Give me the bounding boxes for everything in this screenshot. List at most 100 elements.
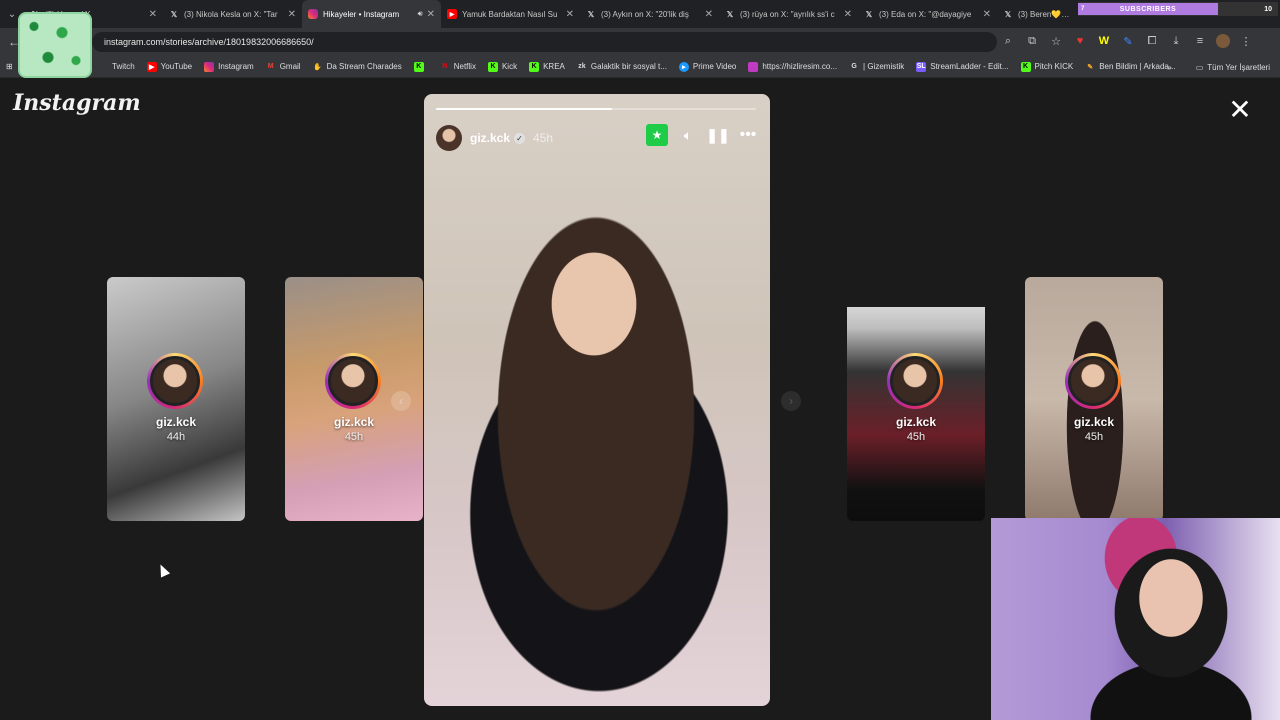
extensions-puzzle-icon[interactable]: ⧠: [1144, 32, 1160, 50]
story-username: giz.kck: [155, 415, 197, 429]
youtube-icon: ▶: [146, 61, 157, 72]
streamladder-icon: SL: [916, 61, 927, 72]
close-icon[interactable]: ✕: [288, 9, 296, 20]
tab-6[interactable]: 𝕏 (3) Eda on X: "@dayagiye ✕: [858, 0, 997, 28]
close-icon[interactable]: ✕: [844, 9, 852, 20]
bookmark-label: Ben Bildim | Arkada...: [1099, 62, 1176, 71]
menu-kebab-icon[interactable]: ⋮: [1238, 32, 1254, 50]
prime-icon: ▸: [678, 61, 689, 72]
close-friends-star-icon: ★: [646, 124, 668, 146]
address-bar-row: ← instagram.com/stories/archive/18019832…: [0, 28, 1280, 56]
bookmark-label: YouTube: [160, 62, 193, 71]
side-story-card[interactable]: giz.kck 45h: [847, 307, 985, 521]
bookmark-galaktik[interactable]: zk Galaktik bir sosyal t...: [577, 62, 667, 72]
tab-2[interactable]: Hikayeler • Instagram 🔊︎ ✕: [302, 0, 441, 28]
speaker-icon[interactable]: 🔊︎: [418, 9, 423, 19]
media-control-icon[interactable]: ≡: [1192, 32, 1208, 50]
instagram-logo[interactable]: Instagram: [13, 90, 141, 116]
story-progress-fill: [436, 108, 612, 110]
story-time: 45h: [344, 431, 364, 443]
story-author-avatar[interactable]: [436, 125, 462, 151]
bookmark-kick-blank[interactable]: K: [413, 61, 428, 72]
extension-red-icon[interactable]: ♥: [1072, 32, 1088, 50]
close-story-icon[interactable]: ✕: [1228, 96, 1252, 124]
tab-title: Hikayeler • Instagram: [323, 9, 400, 19]
charades-icon: ✋: [313, 63, 322, 71]
extension-w-icon[interactable]: W: [1096, 32, 1112, 50]
avatar-ring: [1065, 353, 1121, 409]
address-bar-icons: ⌕ ⧉ ☆ ♥ W ✎ ⧠ ⤓ ≡ ⋮: [1000, 32, 1254, 50]
tab-7[interactable]: 𝕏 (3) Beren💛💔 on X: [997, 0, 1077, 28]
webcam-overlay: [991, 518, 1280, 720]
bookmark-star-icon[interactable]: ☆: [1048, 32, 1064, 50]
bookmarks-more-icon[interactable]: »: [1167, 63, 1171, 72]
zoom-icon[interactable]: ⌕: [1000, 32, 1016, 50]
avatar: [328, 356, 378, 406]
bookmarks-bar: ⊞ Twitch ▶ YouTube Instagram M Gmail ✋ Da S…: [0, 56, 1280, 78]
side-story-card[interactable]: giz.kck 44h: [107, 277, 245, 521]
side-story-card[interactable]: giz.kck 45h: [1025, 277, 1163, 521]
tab-title: (3) rüya on X: "ayrılık ss'i c: [740, 9, 835, 19]
avatar: [890, 356, 940, 406]
volume-icon[interactable]: 🔈︎: [678, 124, 698, 146]
close-icon[interactable]: ✕: [705, 9, 713, 20]
folder-icon: ▭: [1195, 62, 1204, 72]
tab-title: Yamuk Bardaktan Nasıl Su: [462, 9, 558, 19]
zk-icon: zk: [578, 63, 586, 70]
close-icon[interactable]: ✕: [566, 9, 574, 20]
bookmark-benbildim[interactable]: ✎ Ben Bildim | Arkada...: [1085, 62, 1175, 72]
bookmark-label: | Gizemistik: [863, 62, 905, 71]
bookmark-krea[interactable]: K KREA: [529, 61, 565, 72]
pause-icon[interactable]: ❚❚: [706, 124, 729, 146]
previous-story-arrow-icon[interactable]: ‹: [391, 391, 411, 411]
bookmark-label: Galaktik bir sosyal t...: [590, 62, 667, 71]
tab-4[interactable]: 𝕏 (3) Aykın on X: "20'lik diş ✕: [580, 0, 719, 28]
avatar: [1068, 356, 1118, 406]
tab-3[interactable]: ▶ Yamuk Bardaktan Nasıl Su ✕: [441, 0, 580, 28]
extension-blue-icon[interactable]: ✎: [1120, 32, 1136, 50]
profile-avatar[interactable]: [1216, 34, 1230, 48]
bookmark-kick[interactable]: K Kick: [487, 61, 517, 72]
active-story[interactable]: giz.kck ✓ 45h ★ 🔈︎ ❚❚ •••: [424, 94, 770, 706]
url-input[interactable]: instagram.com/stories/archive/1801983200…: [92, 32, 997, 52]
close-icon[interactable]: ✕: [983, 9, 991, 20]
subscribers-label: SUBSCRIBERS: [1119, 5, 1177, 13]
story-author-name[interactable]: giz.kck: [470, 131, 510, 145]
bookmark-streamladder[interactable]: SL StreamLadder - Edit...: [916, 61, 1009, 72]
bookmark-prime[interactable]: ▸ Prime Video: [678, 61, 737, 72]
bookmark-label: Prime Video: [692, 62, 737, 71]
url-text: instagram.com/stories/archive/1801983200…: [104, 37, 314, 47]
story-username: giz.kck: [333, 415, 375, 429]
bookmark-youtube[interactable]: ▶ YouTube: [146, 61, 193, 72]
g-icon: G: [851, 63, 857, 70]
close-icon[interactable]: ✕: [149, 9, 157, 20]
download-icon[interactable]: ⤓: [1168, 32, 1184, 50]
x-icon: 𝕏: [1004, 9, 1012, 19]
next-story-arrow-icon[interactable]: ›: [781, 391, 801, 411]
bookmark-label: Pitch KICK: [1034, 62, 1074, 71]
more-options-icon[interactable]: •••: [738, 124, 758, 146]
bookmark-netflix[interactable]: N Netflix: [440, 62, 476, 72]
cast-icon[interactable]: ⧉: [1024, 32, 1040, 50]
tab-5[interactable]: 𝕏 (3) rüya on X: "ayrılık ss'i c ✕: [719, 0, 858, 28]
bookmark-charades[interactable]: ✋ Da Stream Charades: [313, 62, 402, 72]
bookmark-pitch-kick[interactable]: K Pitch KICK: [1020, 61, 1074, 72]
story-username: giz.kck: [1073, 415, 1115, 429]
netflix-icon: N: [442, 63, 448, 70]
instagram-icon: [308, 9, 318, 19]
bookmark-gizemistik[interactable]: G | Gizemistik: [849, 62, 904, 72]
bookmark-twitch[interactable]: Twitch: [98, 62, 135, 72]
bookmark-label: StreamLadder - Edit...: [930, 62, 1009, 71]
close-icon[interactable]: ✕: [427, 9, 435, 20]
bookmark-instagram[interactable]: Instagram: [204, 61, 254, 72]
image-icon: [748, 61, 759, 72]
verified-badge-icon: ✓: [514, 132, 526, 144]
bookmark-label: Instagram: [218, 62, 254, 71]
bookmark-gmail[interactable]: M Gmail: [266, 62, 301, 72]
story-username: giz.kck: [895, 415, 937, 429]
tab-1[interactable]: 𝕏 (3) Nikola Kesla on X: "Tar ✕: [163, 0, 302, 28]
bookmark-label: Da Stream Charades: [326, 62, 402, 71]
all-bookmarks-link[interactable]: Tüm Yer İşaretleri: [1207, 63, 1270, 72]
story-progress-track: [436, 108, 756, 110]
bookmark-hizliresim[interactable]: https://hizliresim.co...: [748, 61, 837, 72]
